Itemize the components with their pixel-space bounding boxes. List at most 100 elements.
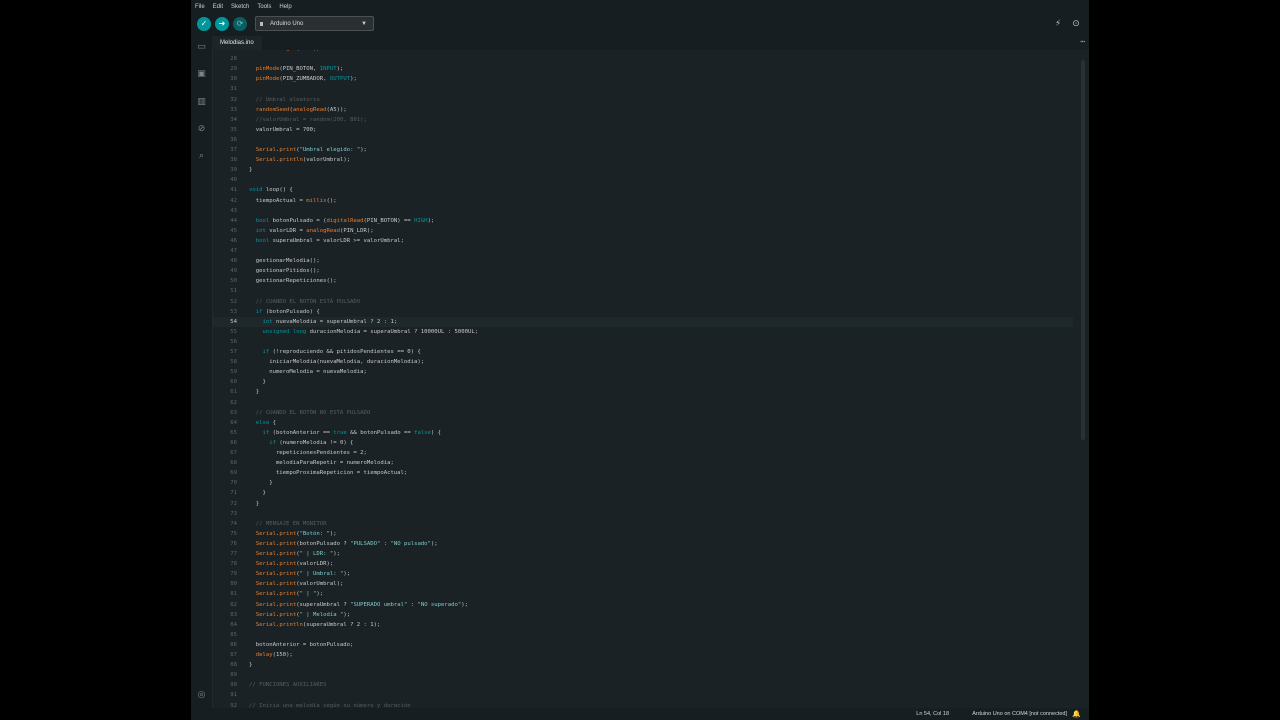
line-number: 72 (230, 500, 237, 507)
menu-sketch[interactable]: Sketch (231, 4, 249, 10)
code-line[interactable]: 76 Serial.print(botonPulsado ? "PULSADO"… (213, 539, 1073, 549)
verify-button[interactable]: ✓ (197, 17, 211, 31)
code-line[interactable]: 31 (213, 84, 1073, 94)
code-line[interactable]: 74 // MENSAJE EN MONITOR (213, 519, 1073, 529)
code-line[interactable]: 48 gestionarMelodia(); (213, 256, 1073, 266)
code-line[interactable]: 49 gestionarPitidos(); (213, 266, 1073, 276)
code-line[interactable]: 43 (213, 206, 1073, 216)
folder-icon[interactable]: ▭ (195, 41, 208, 54)
code-line[interactable]: 61 } (213, 387, 1073, 397)
code-line[interactable]: 37 Serial.print("Umbral elegido: "); (213, 145, 1073, 155)
library-icon[interactable]: ▥ (195, 96, 208, 109)
code-line[interactable]: 65 if (botonAnterior == true && botonPul… (213, 428, 1073, 438)
code-line[interactable]: 71 } (213, 488, 1073, 498)
serial-monitor-button[interactable]: ⊙ (1071, 19, 1081, 29)
code-line[interactable]: 80 Serial.print(valorUmbral); (213, 579, 1073, 589)
line-number: 73 (230, 510, 237, 517)
code-line[interactable]: 63 // CUANDO EL BOTÓN NO ESTÁ PULSADO (213, 408, 1073, 418)
line-number: 42 (230, 197, 237, 204)
menu-tools[interactable]: Tools (257, 4, 271, 10)
code-line[interactable]: 82 Serial.print(superaUmbral ? "SUPERADO… (213, 600, 1073, 610)
code-line[interactable]: 72 } (213, 499, 1073, 509)
code-line[interactable]: 70 } (213, 478, 1073, 488)
code-line[interactable]: 51 (213, 286, 1073, 296)
line-code: } (249, 379, 266, 386)
board-port-status[interactable]: Arduino Uno on COM4 [not connected] (972, 708, 1067, 720)
code-line[interactable]: 54 int nuevaMelodia = superaUmbral ? 2 :… (213, 316, 1073, 327)
code-line[interactable]: 85 (213, 630, 1073, 640)
tab-melodias[interactable]: Melodias.ino (212, 36, 262, 50)
code-line[interactable]: 78 Serial.print(valorLDR); (213, 559, 1073, 569)
code-line[interactable]: 44 bool botonPulsado = (digitalRead(PIN_… (213, 216, 1073, 226)
debug-icon[interactable]: ⊘ (195, 123, 208, 136)
code-line[interactable]: 32 // Umbral aleatorio (213, 95, 1073, 105)
code-line[interactable]: 50 gestionarRepeticiones(); (213, 276, 1073, 286)
code-line[interactable]: 40 (213, 175, 1073, 185)
code-line[interactable]: 81 Serial.print(" | "); (213, 589, 1073, 599)
code-line[interactable]: 52 // CUANDO EL BOTÓN ESTÁ PULSADO (213, 297, 1073, 307)
code-editor[interactable]: 27 Serial.begin(9600);2829 pinMode(PIN_B… (213, 50, 1089, 708)
code-line[interactable]: 67 repeticionesPendientes = 2; (213, 448, 1073, 458)
code-line[interactable]: 29 pinMode(PIN_BOTON, INPUT); (213, 64, 1073, 74)
code-line[interactable]: 75 Serial.print("Botón: "); (213, 529, 1073, 539)
line-number: 28 (230, 56, 237, 63)
code-line[interactable]: 87 delay(150); (213, 650, 1073, 660)
code-line[interactable]: 41 void loop() { (213, 185, 1073, 195)
code-line[interactable]: 53 if (botonPulsado) { (213, 307, 1073, 317)
code-line[interactable]: 30 pinMode(PIN_ZUMBADOR, OUTPUT); (213, 74, 1073, 84)
code-line[interactable]: 73 (213, 509, 1073, 519)
code-line[interactable]: 64 else { (213, 418, 1073, 428)
code-line[interactable]: 62 (213, 398, 1073, 408)
debug-button[interactable]: ⟳ (233, 17, 247, 31)
user-icon[interactable]: ◎ (195, 689, 208, 702)
code-line[interactable]: 58 iniciarMelodia(nuevaMelodia, duracion… (213, 357, 1073, 367)
code-line[interactable]: 92 // Inicia una melodía según su número … (213, 701, 1073, 709)
code-line[interactable]: 56 (213, 337, 1073, 347)
code-line[interactable]: 91 (213, 690, 1073, 700)
code-line[interactable]: 83 Serial.print(" | Melodía "); (213, 610, 1073, 620)
board-selector[interactable]: Arduino Uno ▼ (255, 16, 374, 31)
code-line[interactable]: 36 (213, 135, 1073, 145)
more-icon[interactable]: ⋯ (1080, 36, 1085, 48)
line-code: Serial.print(valorLDR); (255, 561, 334, 568)
cursor-position[interactable]: Ln 54, Col 18 (916, 708, 949, 720)
code-line[interactable]: 55 unsigned long duracionMelodia = super… (213, 327, 1073, 337)
line-number: 80 (230, 581, 237, 588)
code-line[interactable]: 86 botonAnterior = botonPulsado; (213, 640, 1073, 650)
editor-scrollbar[interactable] (1081, 60, 1085, 440)
code-line[interactable]: 45 int valorLDR = analogRead(PIN_LDR); (213, 226, 1073, 236)
menu-file[interactable]: File (195, 4, 205, 10)
code-line[interactable]: 35 valorUmbral = 700; (213, 125, 1073, 135)
code-line[interactable]: 59 numeroMelodia = nuevaMelodia; (213, 367, 1073, 377)
upload-button[interactable]: ➜ (215, 17, 229, 31)
code-line[interactable]: 69 tiempoProximaRepeticion = tiempoActua… (213, 468, 1073, 478)
line-code: Serial.print("Umbral elegido: "); (255, 147, 367, 153)
serial-plotter-button[interactable]: ⚡ (1053, 19, 1063, 29)
code-line[interactable]: 89 (213, 670, 1073, 680)
code-line[interactable]: 46 bool superaUmbral = valorLDR >= valor… (213, 236, 1073, 246)
code-line[interactable]: 38 Serial.println(valorUmbral); (213, 155, 1073, 165)
line-code: Serial.print(botonPulsado ? "PULSADO" : … (255, 540, 438, 547)
line-number: 64 (230, 419, 237, 426)
code-line[interactable]: 90 // FUNCIONES AUXILIARES (213, 680, 1073, 690)
code-line[interactable]: 57 if (!reproduciendo && pitidosPendient… (213, 347, 1073, 357)
code-line[interactable]: 33 randomSeed(analogRead(A5)); (213, 105, 1073, 115)
code-line[interactable]: 28 (213, 54, 1073, 64)
code-line[interactable]: 79 Serial.print(" | Umbral: "); (213, 569, 1073, 579)
code-line[interactable]: 66 if (numeroMelodia != 0) { (213, 438, 1073, 448)
code-line[interactable]: 42 tiempoActual = millis(); (213, 196, 1073, 206)
line-number: 49 (230, 268, 237, 275)
code-line[interactable]: 39} (213, 165, 1073, 175)
code-line[interactable]: 84 Serial.println(superaUmbral ? 2 : 1); (213, 620, 1073, 630)
code-line[interactable]: 88} (213, 660, 1073, 670)
search-icon[interactable]: ⌕ (195, 150, 208, 163)
menu-edit[interactable]: Edit (213, 4, 223, 10)
code-line[interactable]: 77 Serial.print(" | LDR: "); (213, 549, 1073, 559)
code-line[interactable]: 34 //valorUmbral = random(200, 801); (213, 115, 1073, 125)
board-icon[interactable]: ▣ (195, 68, 208, 81)
code-line[interactable]: 68 melodiaParaRepetir = numeroMelodia; (213, 458, 1073, 468)
bell-icon[interactable]: 🔔 (1072, 708, 1081, 720)
code-line[interactable]: 47 (213, 246, 1073, 256)
menu-help[interactable]: Help (279, 4, 291, 10)
code-line[interactable]: 60 } (213, 377, 1073, 387)
